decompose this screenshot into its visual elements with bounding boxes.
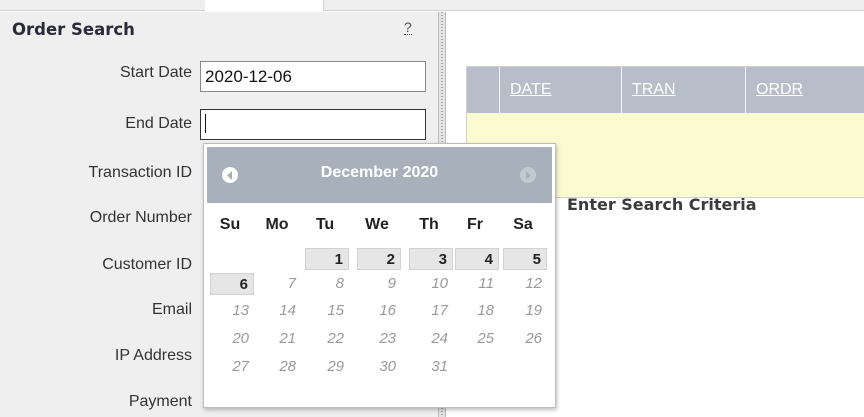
calendar-day: 17	[431, 302, 448, 319]
ip-address-label: IP Address	[114, 347, 192, 364]
calendar-day: 8	[335, 275, 344, 292]
weekday-header: Fr	[467, 216, 483, 233]
date-picker-popup: December 2020 Su Mo Tu We Th Fr Sa 1 2 3 4 5 6 7 8 9 10 1…	[203, 143, 556, 408]
weekday-header: Su	[219, 216, 241, 233]
text-caret	[205, 114, 206, 133]
top-tab-strip	[0, 0, 864, 12]
calendar-day[interactable]: 6	[210, 273, 254, 295]
customer-id-label: Customer ID	[102, 256, 192, 273]
column-header-date[interactable]: DATE	[499, 67, 621, 113]
tab-active[interactable]	[205, 0, 323, 10]
calendar-day: 30	[379, 358, 396, 375]
order-number-label: Order Number	[89, 209, 192, 226]
calendar-day: 21	[279, 330, 296, 347]
calendar-day[interactable]: 2	[357, 248, 401, 270]
calendar-day: 28	[279, 358, 296, 375]
tab-inactive-left[interactable]	[0, 0, 205, 11]
calendar-day: 11	[478, 275, 494, 292]
calendar-day: 29	[327, 358, 344, 375]
start-date-input[interactable]	[200, 61, 426, 92]
calendar-header: December 2020	[207, 147, 552, 203]
calendar-day: 7	[287, 275, 296, 292]
tab-inactive-right[interactable]	[323, 0, 864, 11]
calendar-day: 24	[431, 330, 448, 347]
calendar-day: 25	[477, 330, 494, 347]
calendar-day: 9	[387, 275, 396, 292]
calendar-day[interactable]: 5	[503, 248, 547, 270]
weekday-header: Sa	[513, 216, 533, 233]
column-header-date-label[interactable]: DATE	[510, 81, 551, 99]
calendar-day: 13	[232, 302, 249, 319]
calendar-day: 12	[525, 275, 542, 292]
weekday-header: We	[365, 216, 389, 233]
start-date-label: Start Date	[119, 64, 192, 81]
calendar-day: 14	[279, 302, 296, 319]
chevron-right-icon	[520, 167, 536, 183]
calendar-day: 23	[379, 330, 396, 347]
calendar-day: 18	[477, 302, 494, 319]
results-header-spacer	[467, 67, 499, 113]
calendar-month-title: December 2020	[320, 164, 439, 181]
column-header-ordr-label[interactable]: ORDR	[756, 81, 803, 99]
calendar-day: 19	[525, 302, 542, 319]
calendar-day[interactable]: 3	[409, 248, 453, 270]
column-header-tran-label[interactable]: TRAN	[632, 81, 676, 99]
transaction-id-label: Transaction ID	[88, 164, 192, 181]
calendar-day: 26	[525, 330, 542, 347]
results-header: DATE TRAN ORDR	[467, 67, 864, 113]
end-date-input[interactable]	[200, 109, 426, 140]
calendar-day: 20	[232, 330, 249, 347]
email-label: Email	[151, 301, 192, 318]
calendar-day[interactable]: 4	[455, 248, 499, 270]
panel-title: Order Search	[12, 20, 135, 39]
payment-label: Payment	[128, 393, 192, 410]
calendar-day: 16	[379, 302, 396, 319]
calendar-day: 27	[232, 358, 249, 375]
calendar-day: 10	[431, 275, 448, 292]
calendar-day: 22	[327, 330, 344, 347]
empty-results-message: Enter Search Criteria	[567, 195, 757, 214]
weekday-header: Tu	[315, 216, 335, 233]
column-header-tran[interactable]: TRAN	[621, 67, 745, 113]
calendar-day: 31	[431, 358, 448, 375]
end-date-label: End Date	[125, 115, 192, 132]
help-link[interactable]: ?	[404, 20, 412, 35]
column-header-ordr[interactable]: ORDR	[745, 67, 864, 113]
calendar-day: 15	[327, 302, 344, 319]
weekday-header: Mo	[265, 216, 289, 233]
weekday-header: Th	[419, 216, 439, 233]
calendar-day[interactable]: 1	[305, 248, 349, 270]
